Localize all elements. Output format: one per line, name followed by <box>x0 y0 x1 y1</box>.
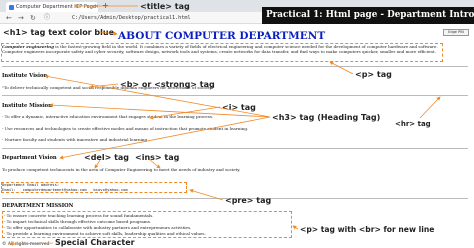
mission-item: - Use resources and technologies to crea… <box>2 126 249 131</box>
del-tag-annotation: <del> tag <box>84 153 130 162</box>
horizontal-rule <box>2 95 468 96</box>
horizontal-rule <box>2 66 468 67</box>
dept-mission-heading: DEPARTMENT MISSION <box>2 203 74 209</box>
mission-item: - Nurture faculty and students with inno… <box>2 137 148 142</box>
browser-tab[interactable]: Computer Department ICP Page × <box>6 2 98 12</box>
title-tag-annotation: <title> tag <box>140 2 190 11</box>
back-icon[interactable]: ← <box>6 13 12 23</box>
dept-vision-text: To produce competent technocrats in the … <box>2 167 241 172</box>
h3-tag-annotation: <h3> tag (Heading Tag) <box>272 113 381 122</box>
info-icon[interactable]: ⓘ <box>44 13 50 23</box>
url-field[interactable]: C:/Users/Admin/Desktop/practical1.html <box>72 14 262 22</box>
p-br-highlight <box>2 211 292 238</box>
vision-heading: Institute Vision <box>2 73 48 79</box>
reload-icon[interactable]: ↻ <box>30 13 36 23</box>
p-tag-annotation: <p> tag <box>355 70 392 79</box>
h1-tag-annotation: <h1> tag text color blue <box>3 28 115 37</box>
special-character-annotation: Special Character <box>55 238 135 247</box>
pre-tag-annotation: <pre> tag <box>225 196 272 205</box>
dept-vision-heading: Department Vision <box>2 155 57 161</box>
i-tag-annotation: <i> tag <box>222 103 256 112</box>
horizontal-rule <box>2 148 468 149</box>
tab-title: Computer Department ICP Page <box>16 4 96 10</box>
footer-copyright: © All rights reserved <box>2 242 50 247</box>
p-br-tag-annotation: <p> tag with <br> for new line <box>300 225 435 234</box>
edge-pin-button[interactable]: Edge PIN <box>443 29 469 36</box>
page-title: ABOUT COMPUTER DEPARTMENT <box>118 30 326 42</box>
forward-icon[interactable]: → <box>18 13 24 23</box>
practical-banner: Practical 1: Html page - Department Intr… <box>262 7 474 24</box>
hr-tag-annotation: <hr> tag <box>395 120 431 128</box>
page-favicon-icon <box>9 5 14 10</box>
b-strong-tag-annotation: <b> or <strong> tag <box>120 80 215 89</box>
ins-tag-annotation: <ins> tag <box>135 153 180 162</box>
pre-tag-highlight <box>1 182 187 193</box>
p-tag-highlight <box>1 43 443 62</box>
new-tab-icon[interactable]: + <box>102 1 109 11</box>
mission-heading: Institute Mission <box>2 103 52 109</box>
tab-close-icon[interactable]: × <box>94 2 98 12</box>
